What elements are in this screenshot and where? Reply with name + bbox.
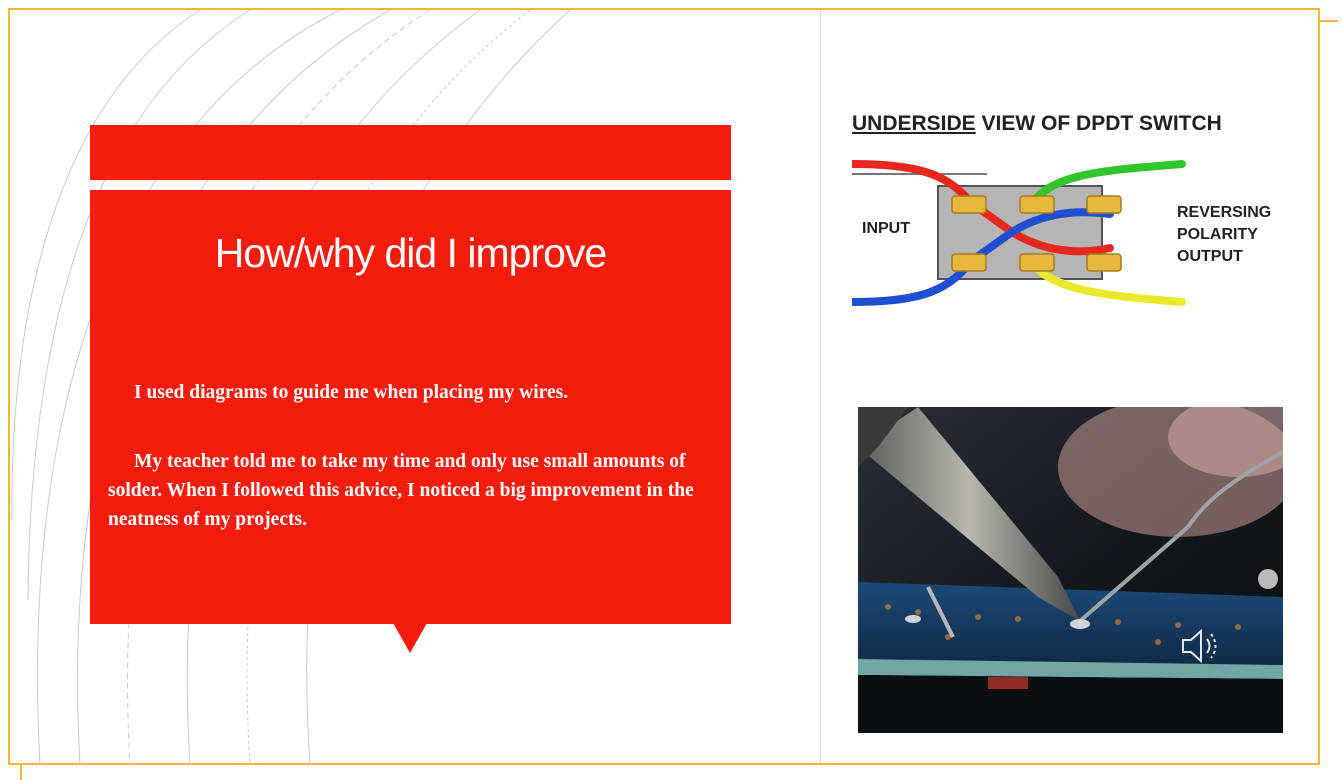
- frame-corner-tick: [20, 765, 22, 780]
- paragraph-1: I used diagrams to guide me when placing…: [134, 382, 569, 403]
- paragraph-2: My teacher told me to take my time and o…: [108, 451, 694, 530]
- output-label: REVERSING POLARITY OUTPUT: [1177, 202, 1271, 268]
- section-divider: [820, 10, 821, 763]
- body-text: I used diagrams to guide me when placing…: [108, 378, 718, 534]
- input-label: INPUT: [862, 220, 910, 237]
- soldering-photo: [858, 407, 1283, 733]
- slide: How/why did I improve I used diagrams to…: [0, 0, 1342, 780]
- output-label-line: OUTPUT: [1177, 248, 1243, 265]
- output-label-line: POLARITY: [1177, 226, 1258, 243]
- content-callout: How/why did I improve I used diagrams to…: [90, 190, 731, 624]
- output-label-line: REVERSING: [1177, 204, 1272, 221]
- diagram-title: UNDERSIDE VIEW OF DPDT SWITCH: [852, 112, 1222, 136]
- frame-corner-tick: [1320, 20, 1338, 22]
- callout-pointer: [393, 623, 427, 653]
- frame-right-border: [1318, 8, 1320, 765]
- title-accent-bar: [90, 125, 731, 180]
- dpdt-switch-diagram: UNDERSIDE VIEW OF DPDT SWITCH INPUT REVE…: [852, 112, 1292, 312]
- diagram-title-underlined: UNDERSIDE: [852, 112, 976, 135]
- soldering-photo-graphic: [858, 407, 1283, 733]
- diagram-title-rest: VIEW OF DPDT SWITCH: [975, 112, 1222, 135]
- speaker-icon[interactable]: [1177, 622, 1225, 670]
- slide-title: How/why did I improve: [214, 230, 607, 276]
